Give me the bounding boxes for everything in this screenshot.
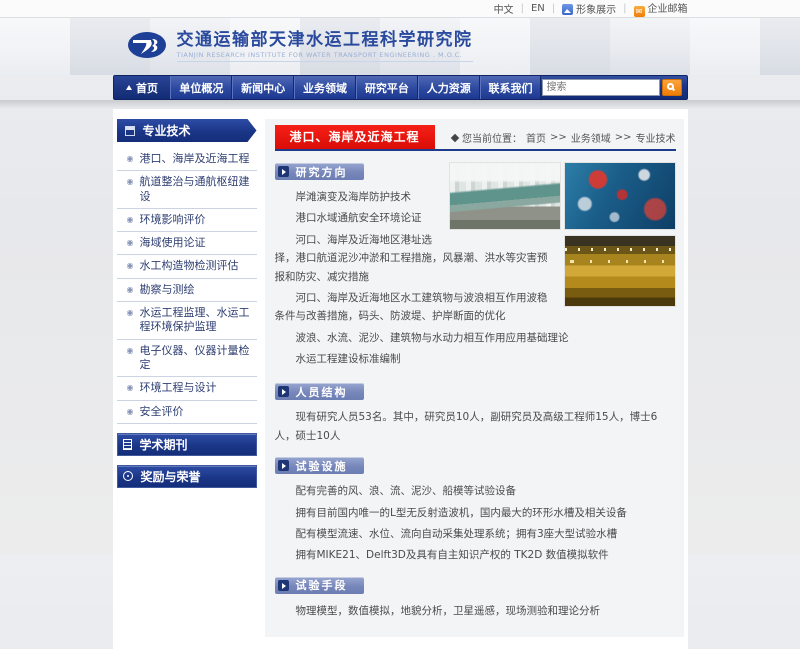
facilities-paragraph: 配有完善的风、浪、流、泥沙、船模等试验设备 bbox=[275, 482, 676, 500]
institute-logo[interactable] bbox=[127, 30, 167, 64]
photo-satellite-remote-sensing bbox=[564, 162, 676, 230]
nav-item-home[interactable]: 首页 bbox=[114, 76, 171, 99]
nav-item-research-platform[interactable]: 研究平台 bbox=[356, 76, 418, 99]
journal-icon bbox=[123, 439, 132, 450]
page-title-row: 港口、海岸及近海工程 您当前位置： 首页 >> 业务领域 >> 专业技术 bbox=[275, 125, 676, 151]
divider: | bbox=[623, 3, 626, 14]
sidebar-tech-header[interactable]: 专业技术 bbox=[117, 119, 257, 142]
nav-item-hr[interactable]: 人力资源 bbox=[418, 76, 480, 99]
bullet-icon: ◉ bbox=[127, 306, 134, 320]
award-icon bbox=[123, 471, 133, 481]
nav-item-news[interactable]: 新闻中心 bbox=[232, 76, 294, 99]
sidebar-tech-list: ◉港口、海岸及近海工程 ◉航道整治与通航枢纽建设 ◉环境影响评价 ◉海域使用论证… bbox=[117, 148, 257, 424]
sidebar-item[interactable]: ◉海域使用论证 bbox=[117, 232, 257, 255]
search-button[interactable] bbox=[662, 79, 682, 96]
tech-section-icon bbox=[125, 126, 135, 136]
section-title-badge: 研究方向 bbox=[275, 163, 364, 180]
methods-body: 物理模型，数值模拟，地貌分析，卫星遥感，现场测验和理论分析 bbox=[275, 602, 676, 620]
breadcrumb-current[interactable]: 专业技术 bbox=[636, 130, 676, 145]
research-paragraph: 水运工程建设标准编制 bbox=[275, 350, 676, 368]
research-photos-bottom bbox=[564, 235, 676, 307]
sidebar-item[interactable]: ◉水运工程监理、水运工程环境保护监理 bbox=[117, 302, 257, 340]
search-area bbox=[542, 76, 687, 99]
sidebar-item[interactable]: ◉安全评价 bbox=[117, 401, 257, 424]
facilities-paragraph: 拥有MIKE21、Delft3D及具有自主知识产权的 TK2D 数值模拟软件 bbox=[275, 546, 676, 564]
nav-wrapper: 首页 单位概况 新闻中心 业务领域 研究平台 人力资源 联系我们 bbox=[0, 75, 800, 109]
nav-shadow bbox=[0, 100, 800, 109]
section-title-badge: 试验设施 bbox=[275, 457, 364, 474]
bullet-icon: ◉ bbox=[127, 259, 134, 273]
search-icon bbox=[667, 83, 674, 90]
home-icon bbox=[126, 85, 132, 90]
sidebar-item[interactable]: ◉航道整治与通航枢纽建设 bbox=[117, 171, 257, 209]
divider: | bbox=[521, 3, 524, 14]
breadcrumb-business[interactable]: 业务领域 bbox=[571, 130, 611, 145]
mail-icon: ✉ bbox=[634, 6, 645, 17]
breadcrumb-label: 您当前位置： bbox=[462, 130, 522, 145]
section-personnel: 人员结构 现有研究人员53名。其中，研究员10人，副研究员及高级工程师15人，博… bbox=[275, 382, 676, 445]
main-column: 港口、海岸及近海工程 您当前位置： 首页 >> 业务领域 >> 专业技术 bbox=[265, 119, 684, 637]
search-input[interactable] bbox=[542, 79, 660, 96]
bullet-icon: ◉ bbox=[127, 405, 134, 419]
section-methods: 试验手段 物理模型，数值模拟，地貌分析，卫星遥感，现场测验和理论分析 bbox=[275, 576, 676, 620]
sidebar-item[interactable]: ◉环境工程与设计 bbox=[117, 377, 257, 400]
institute-titles: 交通运输部天津水运工程科学研究院 TIANJIN RESEARCH INSTIT… bbox=[177, 31, 473, 63]
bullet-icon: ◉ bbox=[127, 175, 134, 189]
nav-item-contact[interactable]: 联系我们 bbox=[480, 76, 542, 99]
facilities-body: 配有完善的风、浪、流、泥沙、船模等试验设备 拥有目前国内唯一的L型无反射造波机，… bbox=[275, 482, 676, 565]
header-band: 交通运输部天津水运工程科学研究院 TIANJIN RESEARCH INSTIT… bbox=[0, 18, 800, 75]
section-facilities: 试验设施 配有完善的风、浪、流、泥沙、船模等试验设备 拥有目前国内唯一的L型无反… bbox=[275, 456, 676, 565]
main-nav: 首页 单位概况 新闻中心 业务领域 研究平台 人力资源 联系我们 bbox=[113, 75, 688, 100]
section-title-badge: 人员结构 bbox=[275, 383, 364, 400]
bullet-icon: ◉ bbox=[127, 283, 134, 297]
bullet-icon: ◉ bbox=[127, 381, 134, 395]
research-paragraph: 波浪、水流、泥沙、建筑物与水动力相互作用应用基础理论 bbox=[275, 329, 676, 347]
sidebar-item[interactable]: ◉港口、海岸及近海工程 bbox=[117, 148, 257, 171]
nav-item-business[interactable]: 业务领域 bbox=[294, 76, 356, 99]
sidebar-awards-header[interactable]: 奖励与荣誉 bbox=[117, 465, 257, 488]
sidebar-item[interactable]: ◉环境影响评价 bbox=[117, 209, 257, 232]
bullet-icon: ◉ bbox=[127, 236, 134, 250]
institute-subtitle: TIANJIN RESEARCH INSTITUTE FOR WATER TRA… bbox=[177, 51, 473, 62]
photo-flume-lab bbox=[449, 162, 561, 230]
location-icon bbox=[451, 133, 459, 141]
facilities-paragraph: 配有模型流速、水位、流向自动采集处理系统；拥有3座大型试验水槽 bbox=[275, 525, 676, 543]
arrow-icon bbox=[278, 580, 289, 591]
mailbox-link[interactable]: ✉企业邮箱 bbox=[634, 0, 688, 17]
sidebar-journals-header[interactable]: 学术期刊 bbox=[117, 433, 257, 456]
sidebar: 专业技术 ◉港口、海岸及近海工程 ◉航道整治与通航枢纽建设 ◉环境影响评价 ◉海… bbox=[117, 119, 257, 488]
bullet-icon: ◉ bbox=[127, 213, 134, 227]
breadcrumb-sep: >> bbox=[615, 132, 632, 143]
bullet-icon: ◉ bbox=[127, 344, 134, 358]
brand-show-link[interactable]: 形象展示 bbox=[562, 1, 616, 16]
methods-paragraph: 物理模型，数值模拟，地貌分析，卫星遥感，现场测验和理论分析 bbox=[275, 602, 676, 620]
personnel-paragraph: 现有研究人员53名。其中，研究员10人，副研究员及高级工程师15人，博士6人，硕… bbox=[275, 408, 676, 445]
lang-zh-link[interactable]: 中文 bbox=[494, 1, 514, 16]
nav-item-about[interactable]: 单位概况 bbox=[170, 76, 232, 99]
photo-wave-basin bbox=[564, 235, 676, 307]
arrow-icon bbox=[278, 386, 289, 397]
institute-title: 交通运输部天津水运工程科学研究院 bbox=[177, 31, 473, 51]
bullet-icon: ◉ bbox=[127, 152, 134, 166]
research-photos-top bbox=[449, 162, 676, 230]
section-title-badge: 试验手段 bbox=[275, 577, 364, 594]
arrow-icon bbox=[278, 460, 289, 471]
content-area: 专业技术 ◉港口、海岸及近海工程 ◉航道整治与通航枢纽建设 ◉环境影响评价 ◉海… bbox=[113, 109, 688, 649]
divider: | bbox=[552, 3, 555, 14]
image-show-icon bbox=[562, 4, 573, 15]
sidebar-item[interactable]: ◉电子仪器、仪器计量检定 bbox=[117, 340, 257, 378]
lang-en-link[interactable]: EN bbox=[531, 3, 545, 14]
sidebar-item[interactable]: ◉勘察与测绘 bbox=[117, 279, 257, 302]
page-banner-title: 港口、海岸及近海工程 bbox=[275, 125, 435, 149]
utility-bar: 中文 | EN | 形象展示 | ✉企业邮箱 bbox=[0, 0, 800, 18]
breadcrumb-sep: >> bbox=[550, 132, 567, 143]
section-research: 研究方向 岸滩演变及海岸防护技术 港口水域通航安全环境论证 河口、海岸及近海地区… bbox=[275, 162, 676, 371]
sidebar-item[interactable]: ◉水工构造物检测评估 bbox=[117, 255, 257, 278]
arrow-icon bbox=[278, 166, 289, 177]
breadcrumb-home[interactable]: 首页 bbox=[526, 130, 546, 145]
facilities-paragraph: 拥有目前国内唯一的L型无反射造波机，国内最大的环形水槽及相关设备 bbox=[275, 504, 676, 522]
personnel-body: 现有研究人员53名。其中，研究员10人，副研究员及高级工程师15人，博士6人，硕… bbox=[275, 408, 676, 445]
breadcrumb: 您当前位置： 首页 >> 业务领域 >> 专业技术 bbox=[452, 130, 676, 149]
